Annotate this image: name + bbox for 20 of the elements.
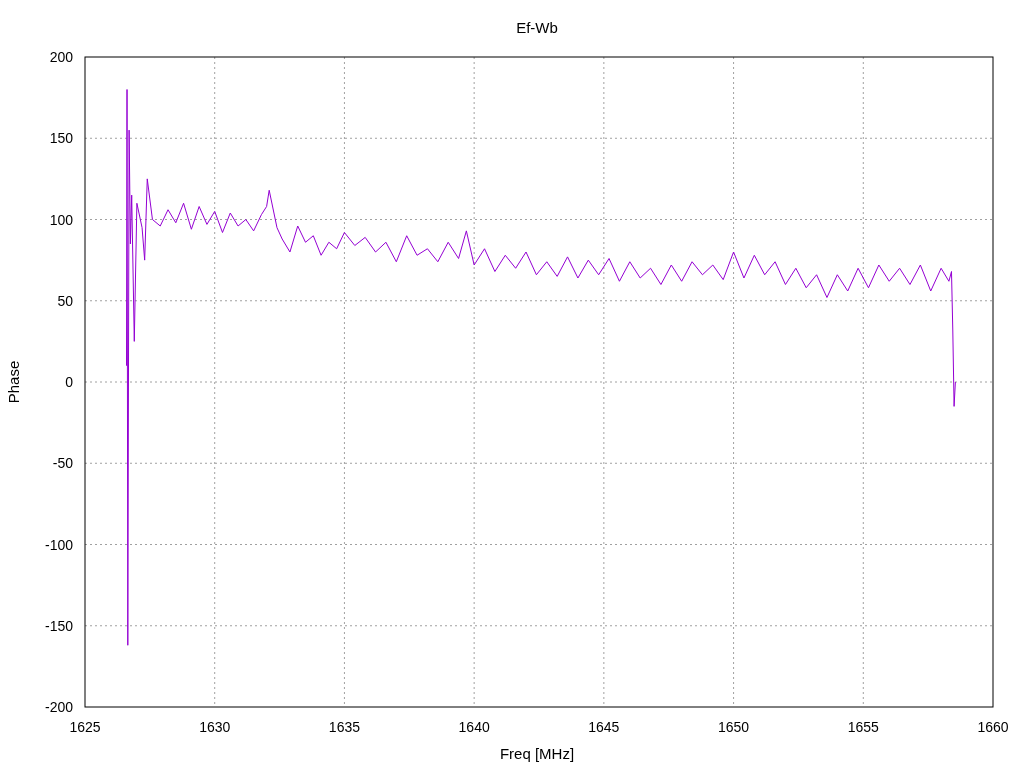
x-tick-label: 1655 <box>847 719 879 735</box>
x-tick-label: 1640 <box>458 719 490 735</box>
x-tick-label: 1635 <box>328 719 360 735</box>
y-tick-label: 0 <box>65 374 73 390</box>
x-tick-label: 1660 <box>977 719 1009 735</box>
y-axis-label: Phase <box>5 360 22 404</box>
y-tick-label: -50 <box>52 455 73 472</box>
chart-title: Ef-Wb <box>516 19 558 36</box>
y-tick-label: 200 <box>49 49 73 65</box>
y-tick-label: 150 <box>49 130 73 147</box>
x-tick-label: 1625 <box>69 719 101 735</box>
y-tick-label: 50 <box>57 292 73 309</box>
y-tick-label: 100 <box>49 211 73 228</box>
x-tick-label: 1645 <box>588 719 620 735</box>
y-tick-label: -100 <box>44 536 73 553</box>
x-axis-label: Freq [MHz] <box>499 745 575 762</box>
x-tick-label: 1650 <box>718 719 750 735</box>
x-tick-label: 1630 <box>199 719 231 735</box>
y-tick-label: -200 <box>44 699 73 715</box>
y-tick-label: -150 <box>44 617 73 634</box>
